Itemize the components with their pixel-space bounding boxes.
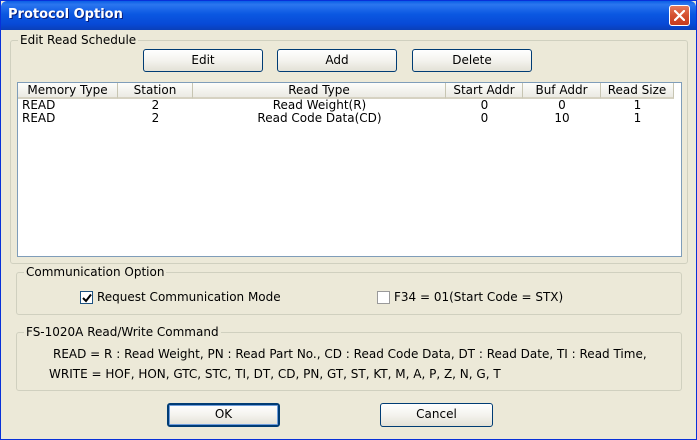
communication-option-label: Communication Option xyxy=(24,265,167,279)
cancel-button[interactable]: Cancel xyxy=(380,403,493,427)
delete-button[interactable]: Delete xyxy=(412,49,532,72)
cell-buf-addr: 10 xyxy=(554,112,570,125)
list-header: Memory Type Station Read Type Start Addr… xyxy=(18,83,681,99)
cell-read-type: Read Weight(R) xyxy=(272,99,367,112)
cell-start-addr: 0 xyxy=(480,99,489,112)
close-button[interactable] xyxy=(669,5,690,26)
table-row[interactable]: READ 2 Read Code Data(CD) 0 10 1 xyxy=(18,112,681,125)
ok-button[interactable]: OK xyxy=(167,403,280,427)
cell-read-type: Read Code Data(CD) xyxy=(257,112,382,125)
column-header-read-size[interactable]: Read Size xyxy=(601,83,674,99)
request-communication-mode-label[interactable]: Request Communication Mode xyxy=(97,290,281,304)
close-icon xyxy=(674,10,685,21)
read-write-command-group: FS-1020A Read/Write Command xyxy=(16,325,682,391)
read-command-text: READ = R : Read Weight, PN : Read Part N… xyxy=(53,347,647,361)
column-header-memory-type[interactable]: Memory Type xyxy=(18,83,118,99)
read-schedule-list[interactable]: Memory Type Station Read Type Start Addr… xyxy=(17,82,682,257)
cell-read-size: 1 xyxy=(633,112,642,125)
checkmark-icon xyxy=(82,293,92,303)
cell-read-size: 1 xyxy=(633,99,642,112)
edit-read-schedule-label: Edit Read Schedule xyxy=(18,33,139,47)
column-header-start-addr[interactable]: Start Addr xyxy=(446,83,523,99)
add-button[interactable]: Add xyxy=(277,49,397,72)
table-row[interactable]: READ 2 Read Weight(R) 0 0 1 xyxy=(18,99,681,112)
column-header-station[interactable]: Station xyxy=(118,83,193,99)
cell-buf-addr: 0 xyxy=(558,99,566,112)
edit-button[interactable]: Edit xyxy=(143,49,263,72)
f34-start-code-checkbox[interactable] xyxy=(377,291,390,304)
title-bar[interactable]: Protocol Option xyxy=(1,1,696,30)
column-header-read-type[interactable]: Read Type xyxy=(193,83,446,99)
f34-start-code-label[interactable]: F34 = 01(Start Code = STX) xyxy=(394,290,563,304)
request-communication-mode-checkbox[interactable] xyxy=(80,291,93,304)
write-command-text: WRITE = HOF, HON, GTC, STC, TI, DT, CD, … xyxy=(49,367,501,381)
cell-memory-type: READ xyxy=(22,99,56,112)
cell-station: 2 xyxy=(151,99,160,112)
cell-memory-type: READ xyxy=(22,112,56,125)
column-header-buf-addr[interactable]: Buf Addr xyxy=(523,83,601,99)
protocol-option-dialog: Protocol Option Edit Read Schedule Edit … xyxy=(0,0,697,440)
read-write-command-label: FS-1020A Read/Write Command xyxy=(24,325,221,339)
cell-station: 2 xyxy=(151,112,160,125)
window-title: Protocol Option xyxy=(8,7,123,22)
cell-start-addr: 0 xyxy=(480,112,489,125)
